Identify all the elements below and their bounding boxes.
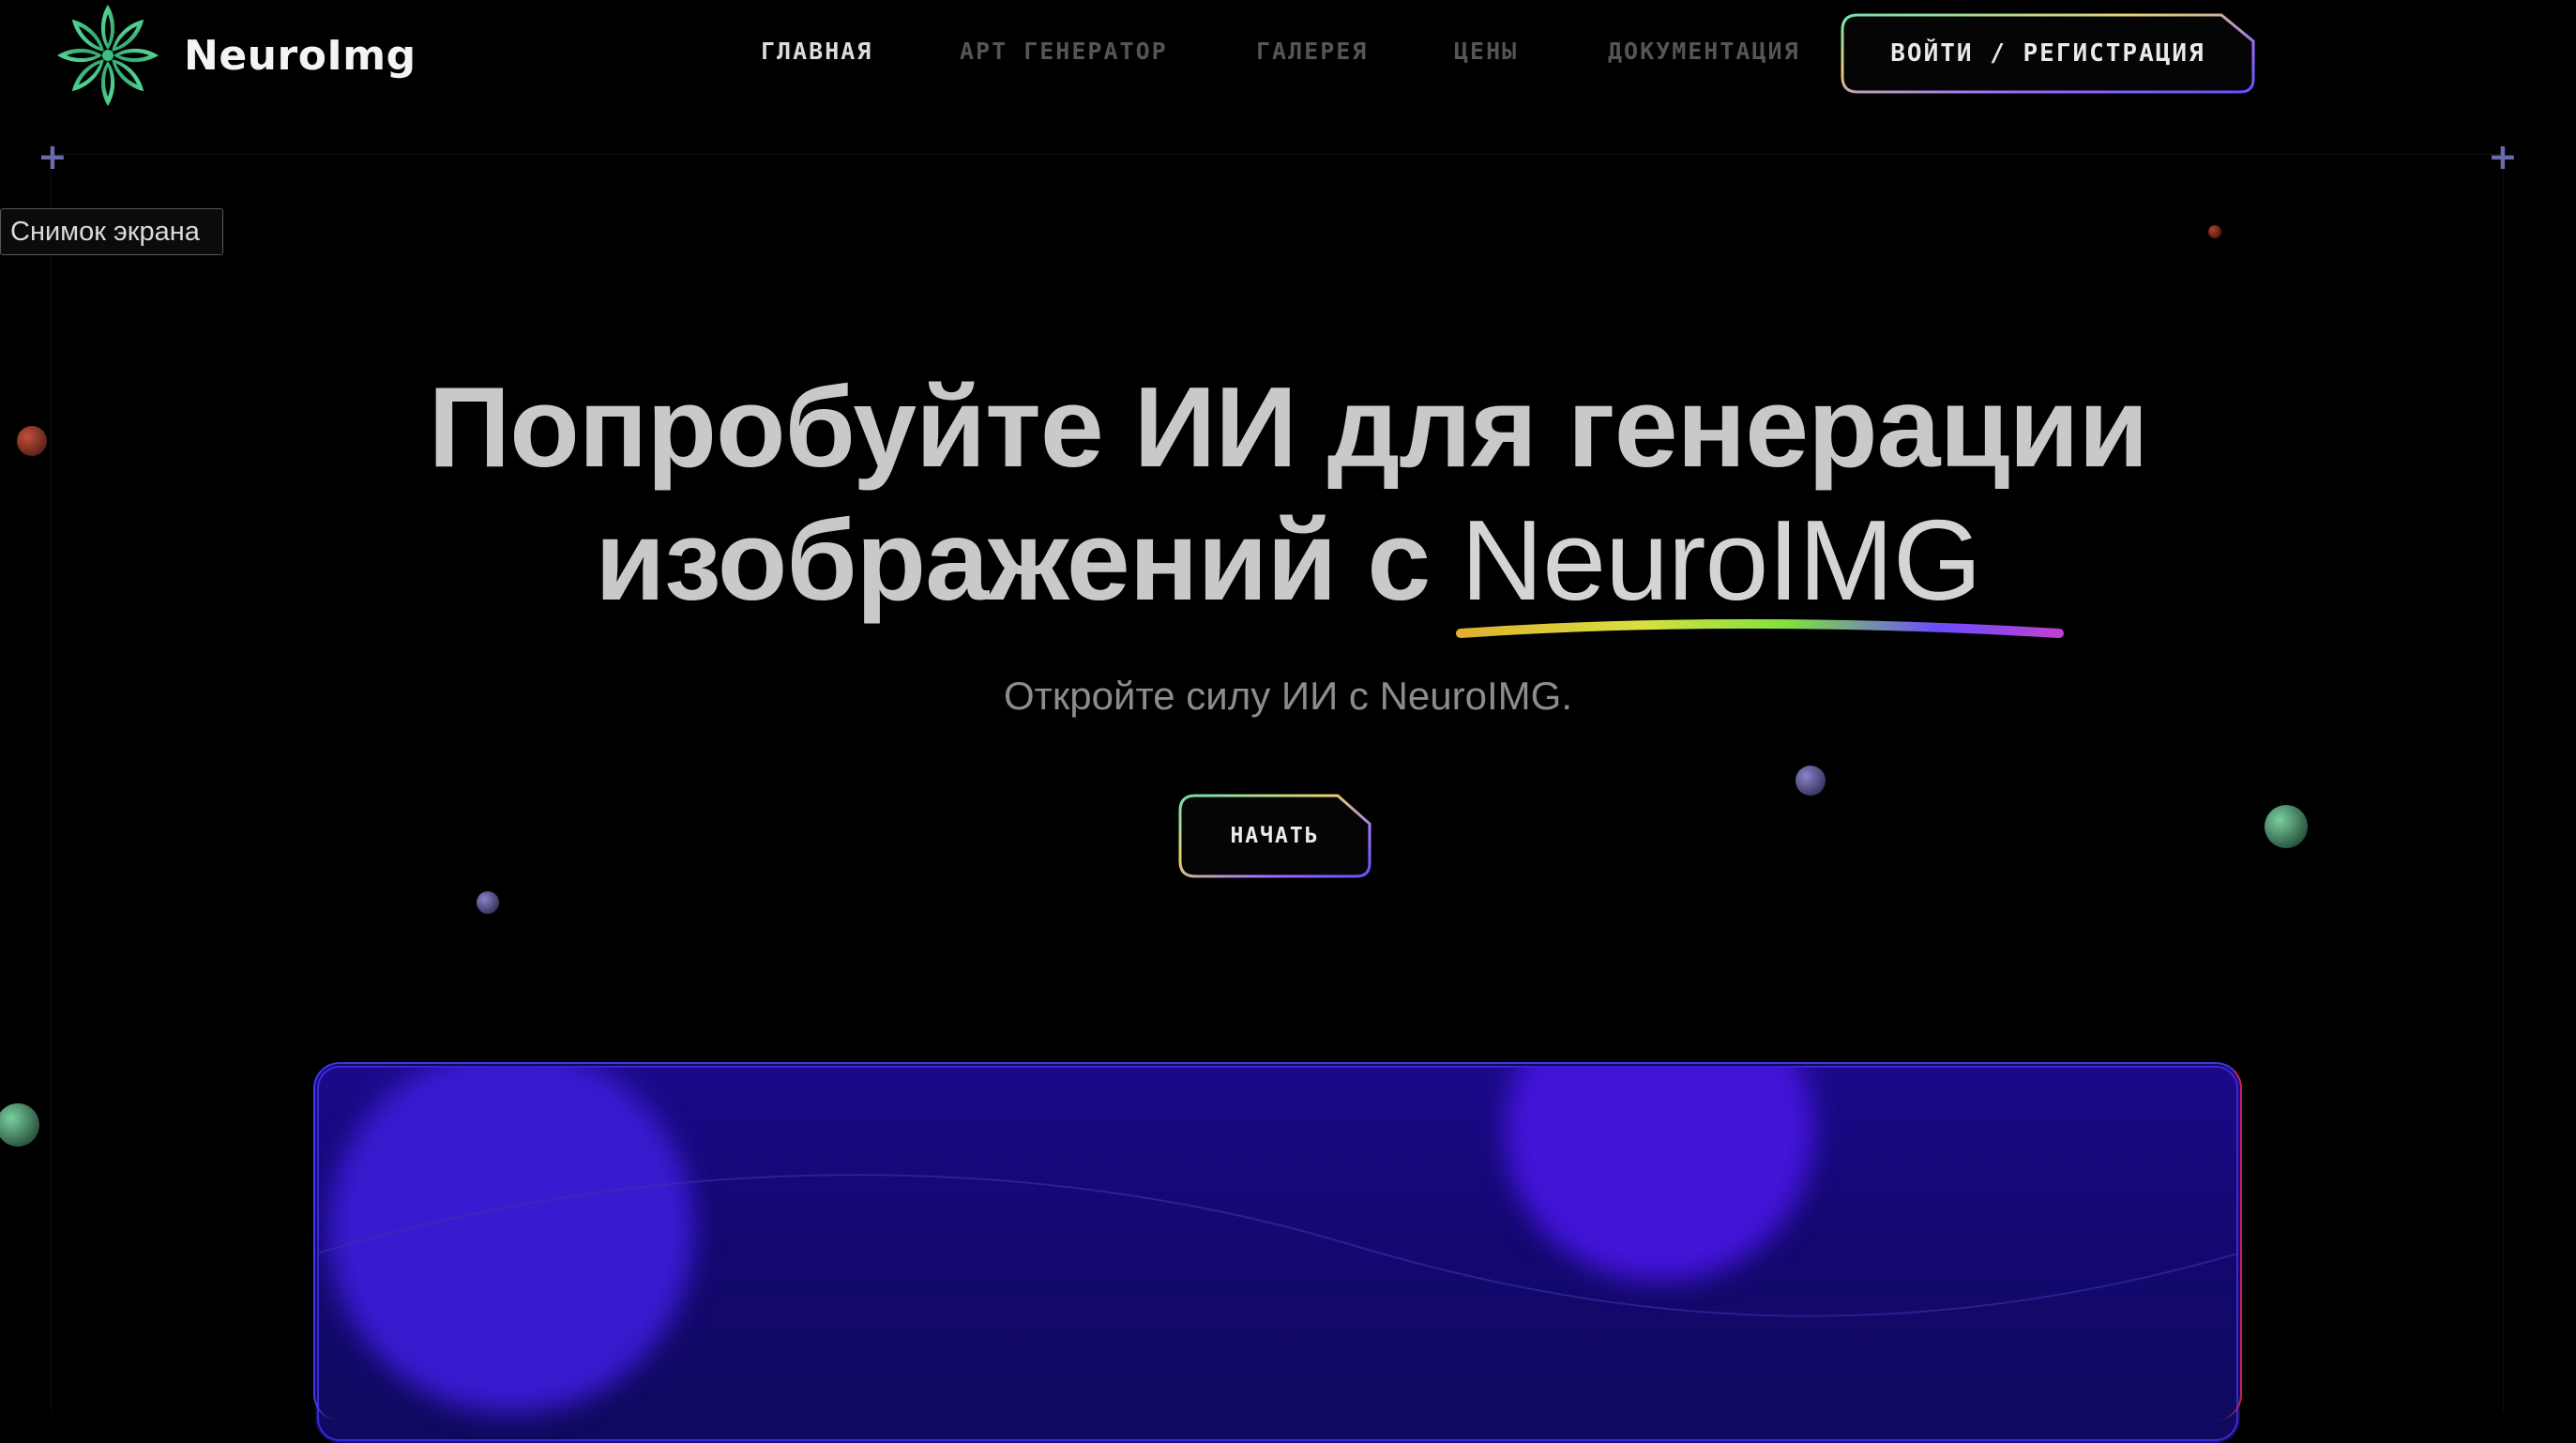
hero-title: Попробуйте ИИ для генерации изображений …: [0, 360, 2576, 638]
hero-brand-word: NeuroIMG: [1456, 496, 2065, 638]
nav-item-pricing[interactable]: ЦЕНЫ: [1454, 38, 1518, 65]
panel-wave-lines: [317, 1174, 2238, 1317]
preview-panel: [315, 1064, 2240, 1443]
nav-item-home[interactable]: ГЛАВНАЯ: [761, 38, 872, 65]
frame-top-line: [51, 154, 2505, 155]
login-register-button[interactable]: ВОЙТИ / РЕГИСТРАЦИЯ: [1841, 13, 2255, 94]
nav-item-docs[interactable]: ДОКУМЕНТАЦИЯ: [1608, 38, 1800, 65]
decorative-orb: [0, 1103, 39, 1147]
rainbow-underline: [1456, 619, 2065, 638]
hero-title-line-1: Попробуйте ИИ для генерации: [428, 363, 2149, 491]
frame-right-line: [2503, 154, 2504, 1413]
frame-left-line: [51, 154, 52, 1413]
decorative-orb: [1796, 766, 1826, 796]
flower-logo-icon: [57, 5, 159, 106]
hero-title-prefix: изображений с: [595, 496, 1462, 624]
hero-brand-text: NeuroIMG: [1461, 496, 1982, 624]
hero-subtitle: Откройте силу ИИ с NeuroIMG.: [1004, 674, 1572, 718]
brand-name: NeuroImg: [184, 31, 417, 80]
nav-item-gallery[interactable]: ГАЛЕРЕЯ: [1256, 38, 1368, 65]
logo[interactable]: NeuroImg: [53, 2, 417, 109]
login-register-label: ВОЙТИ / РЕГИСТРАЦИЯ: [1890, 39, 2205, 68]
decorative-orb: [477, 891, 499, 914]
plus-icon: +: [2488, 136, 2518, 177]
screenshot-tooltip: Снимок экрана: [0, 208, 223, 255]
plus-icon: +: [38, 136, 68, 177]
site-header: NeuroImg ГЛАВНАЯ АРТ ГЕНЕРАТОР ГАЛЕРЕЯ Ц…: [0, 0, 2576, 113]
start-button[interactable]: НАЧАТЬ: [1178, 794, 1371, 878]
nav-item-art-generator[interactable]: АРТ ГЕНЕРАТОР: [960, 38, 1168, 65]
hero-title-line-2: изображений с NeuroIMG: [0, 494, 2576, 638]
start-button-label: НАЧАТЬ: [1230, 824, 1320, 848]
decorative-orb: [2265, 805, 2308, 848]
decorative-orb: [2208, 225, 2221, 238]
